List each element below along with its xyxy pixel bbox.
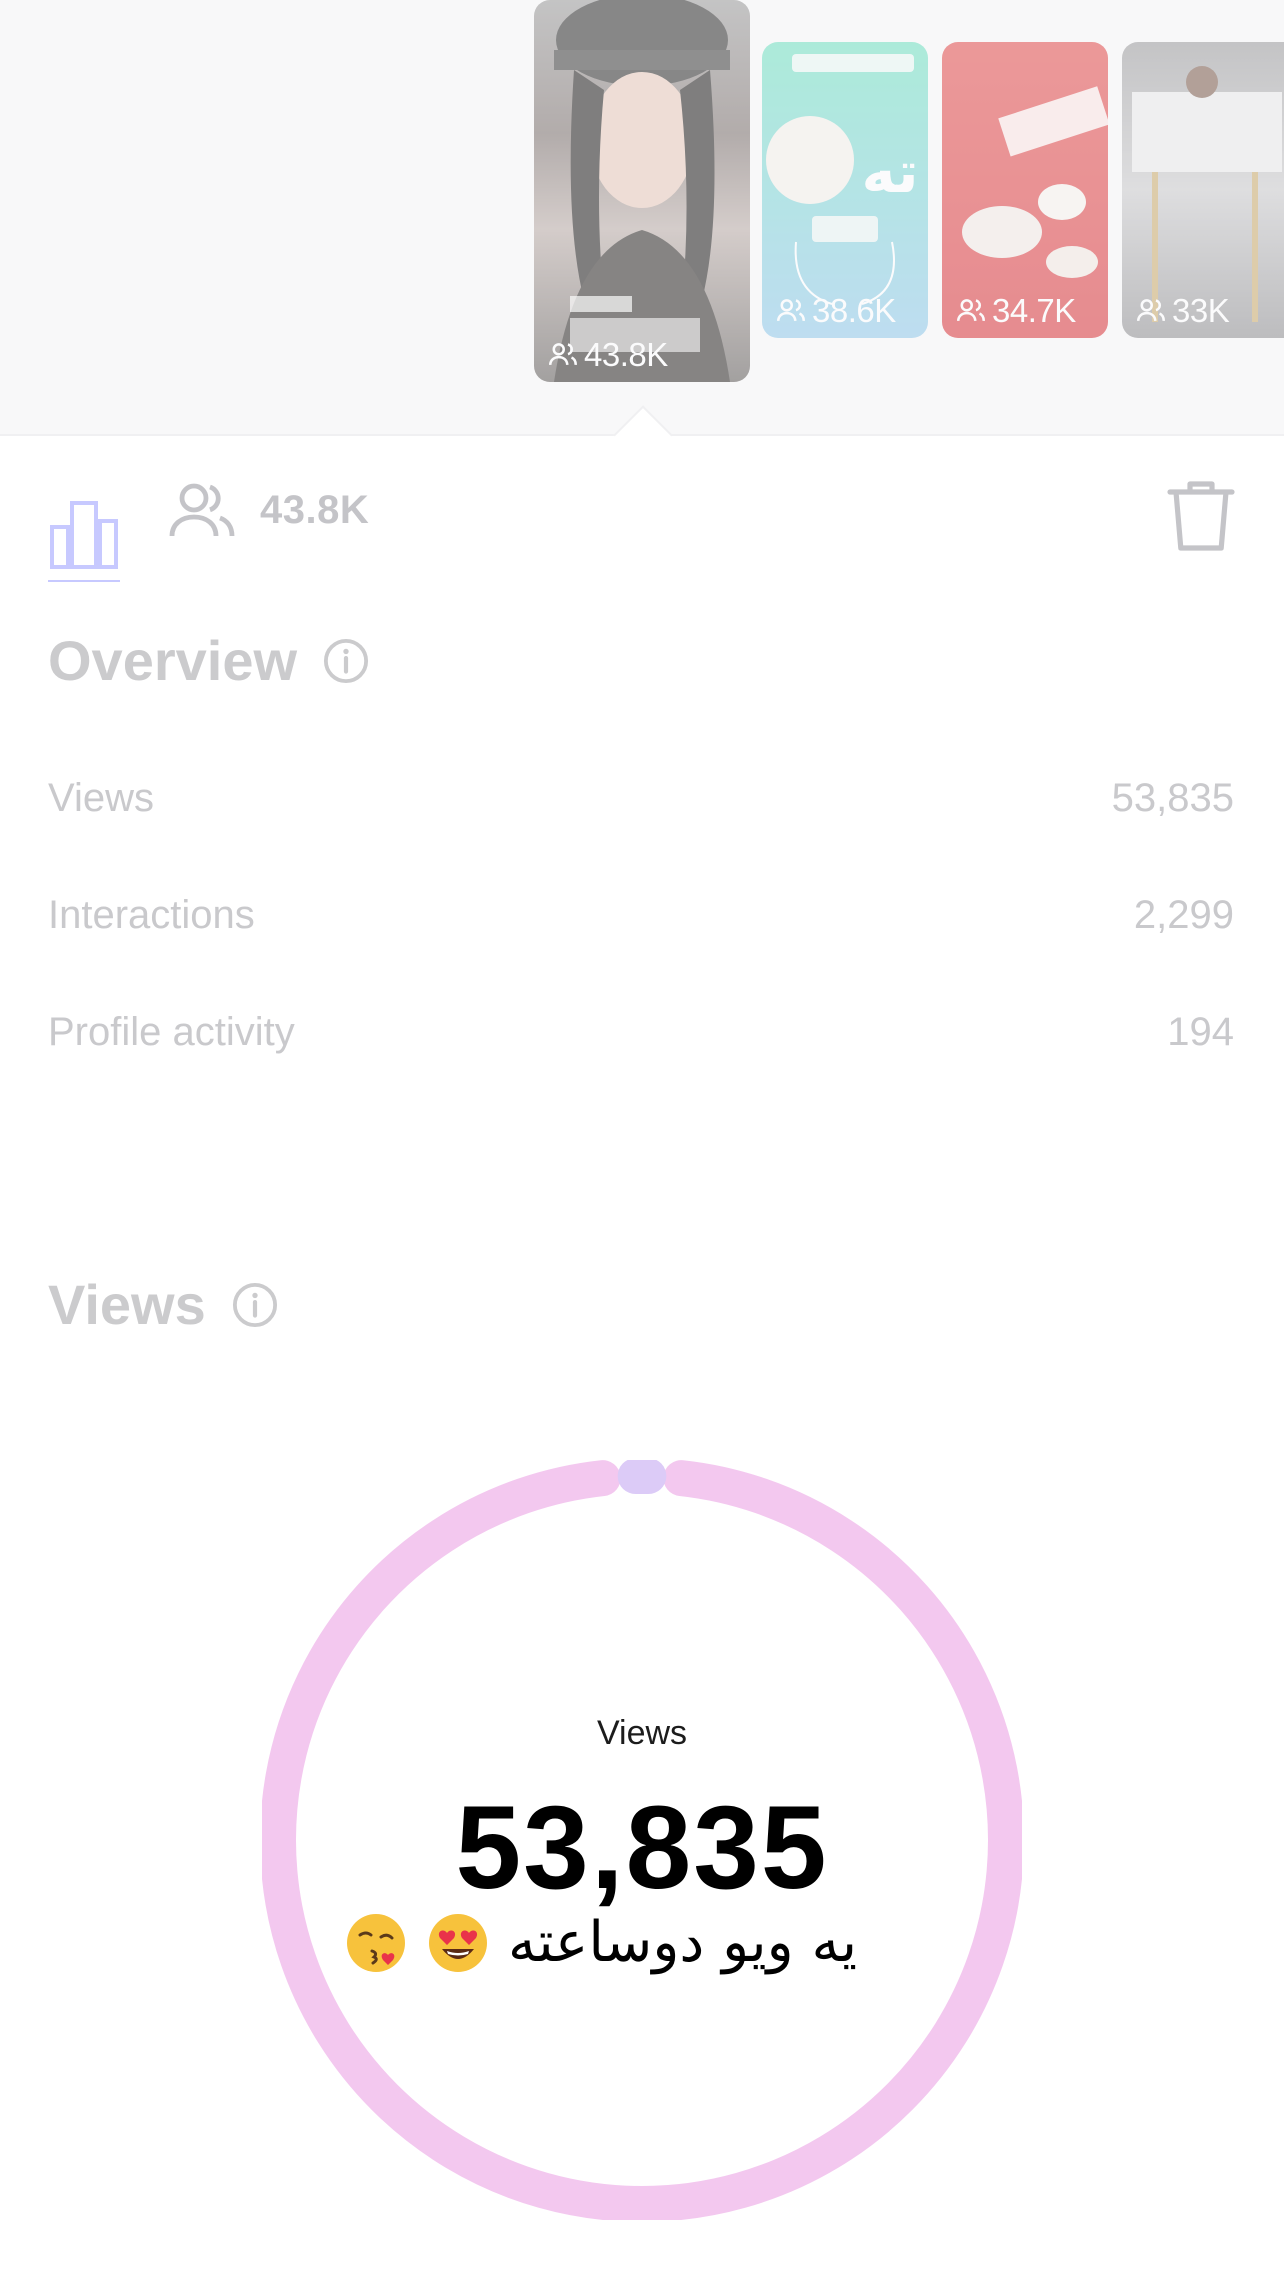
stat-value: 53,835	[1111, 776, 1234, 820]
stat-label: Views	[48, 776, 154, 820]
people-icon	[548, 343, 578, 366]
people-icon	[169, 483, 235, 537]
kissing-heart-emoji-icon	[347, 1913, 405, 1972]
people-icon	[1136, 299, 1166, 322]
donut-center-label: Views	[596, 1714, 688, 1752]
insights-tab-bar: 43.8K	[0, 434, 1284, 584]
stat-label: Interactions	[48, 893, 255, 937]
svg-text:ته: ته	[862, 138, 919, 206]
story-thumbnail-2[interactable]: ته 38.6K	[762, 42, 928, 338]
active-tab-indicator	[48, 580, 120, 582]
story-thumbnail-4[interactable]: 33K	[1122, 42, 1284, 338]
overlay-note-text: یه ویو دوساعته	[508, 1910, 858, 1975]
views-title: Views	[48, 1273, 206, 1336]
overview-heading: Overview	[48, 628, 369, 693]
donut-center-value: 53,835	[455, 1782, 829, 1914]
people-icon	[776, 299, 806, 322]
stat-value: 194	[1167, 1010, 1234, 1054]
story-thumbnail-3[interactable]: 34.7K	[942, 42, 1108, 338]
info-icon[interactable]	[232, 1282, 278, 1328]
story-views-count: 43.8K	[546, 336, 668, 374]
stat-value: 2,299	[1133, 893, 1234, 937]
trash-icon[interactable]	[1166, 478, 1236, 554]
story-views-count: 33K	[1134, 292, 1230, 330]
stat-row-profile-activity[interactable]: Profile activity 194	[48, 1010, 1234, 1055]
tab-audience[interactable]: 43.8K	[168, 480, 369, 540]
heart-eyes-emoji-icon	[429, 1913, 487, 1972]
bar-chart-icon[interactable]	[48, 480, 120, 590]
stat-row-interactions[interactable]: Interactions 2,299	[48, 893, 1234, 938]
overview-title: Overview	[48, 629, 298, 692]
info-icon[interactable]	[323, 638, 369, 684]
story-thumbnail-1[interactable]: 43.8K	[534, 0, 750, 382]
story-views-count: 34.7K	[954, 292, 1076, 330]
followers-count: 43.8K	[260, 487, 370, 532]
stat-label: Profile activity	[48, 1010, 295, 1054]
portrait-image	[554, 0, 730, 382]
stat-row-views[interactable]: Views 53,835	[48, 776, 1234, 821]
story-strip: 43.8K ته 38.6K 34.7K 33K	[0, 0, 1284, 436]
overlay-note: یه ویو دوساعته	[344, 1910, 857, 1975]
people-icon	[956, 299, 986, 322]
story-views-count: 38.6K	[774, 292, 896, 330]
views-heading: Views	[48, 1272, 278, 1337]
